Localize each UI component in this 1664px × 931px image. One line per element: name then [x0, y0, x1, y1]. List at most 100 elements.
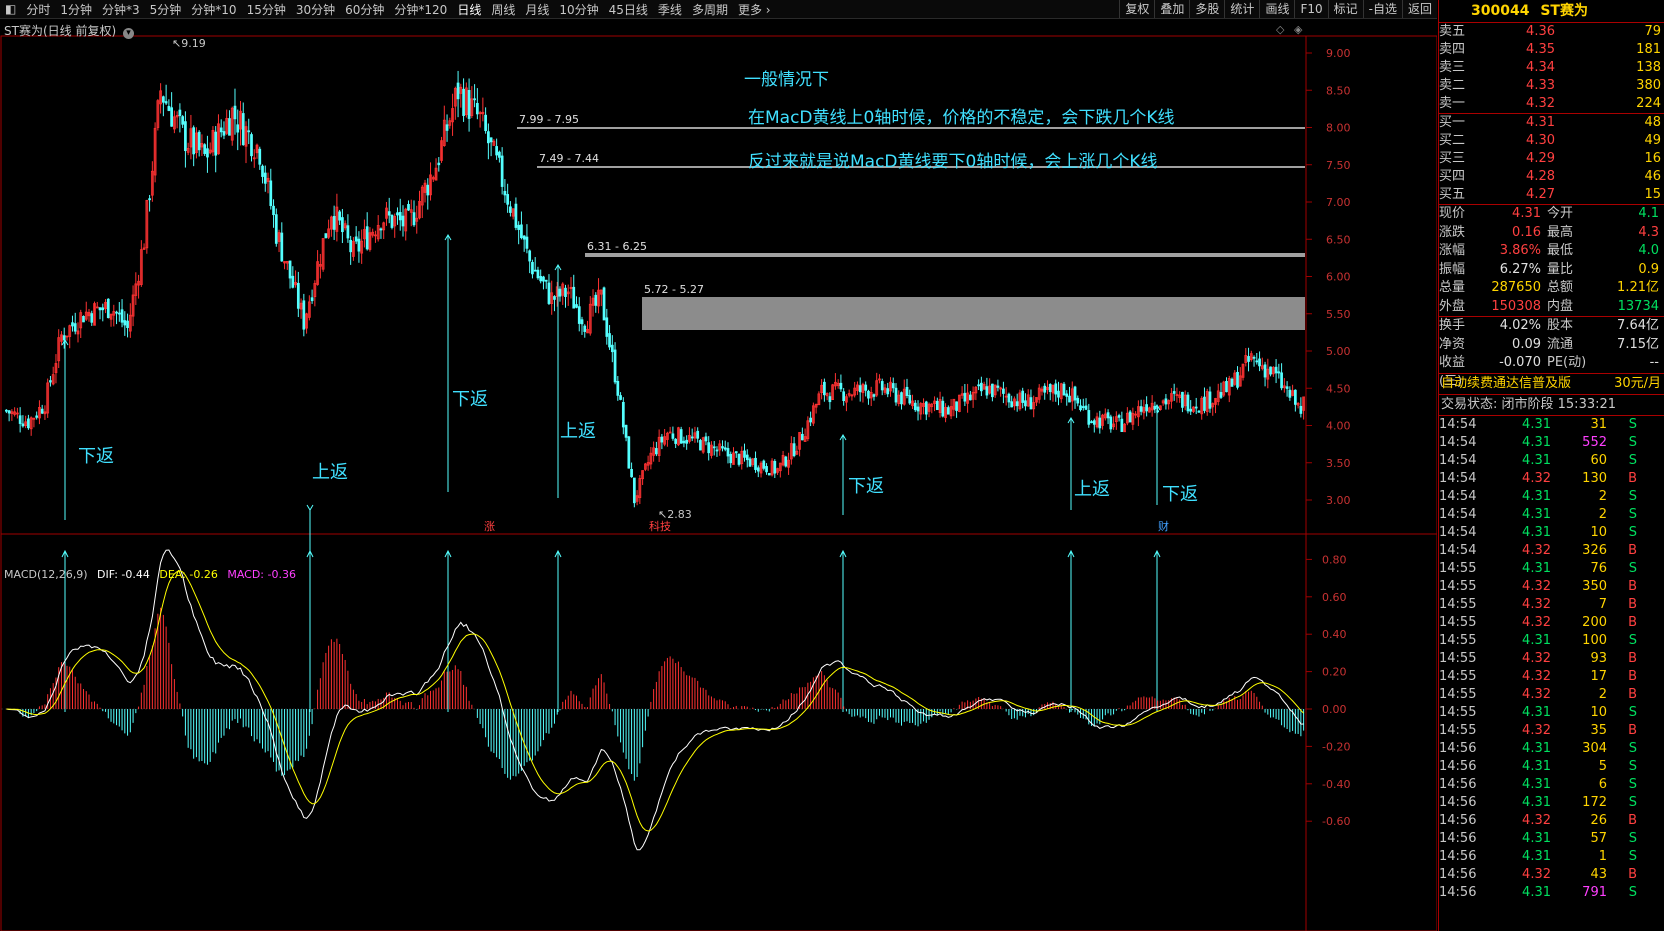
toolbar-button-5[interactable]: F10 — [1294, 0, 1327, 18]
tick-side: S — [1628, 794, 1637, 810]
candle-body — [679, 429, 683, 444]
tick-time: 14:54 — [1439, 434, 1477, 450]
tick-row: 14:55 4.32 350 B — [1439, 578, 1664, 596]
candle-body — [509, 206, 512, 213]
tick-time: 14:54 — [1439, 506, 1477, 522]
period-tab-0[interactable]: 分时 — [21, 1, 55, 18]
bid-price: 4.28 — [1526, 169, 1555, 184]
kline-chart[interactable]: 9.00 8.50 8.00 7.50 7.00 6.50 6.00 5.50 5.00 4.50… — [0, 19, 1437, 931]
period-tab-4[interactable]: 分钟*10 — [186, 1, 241, 18]
ask-row[interactable]: 卖一 4.32 224 — [1439, 95, 1664, 113]
candle-body — [699, 440, 702, 451]
quote-panel: 300044 ST赛为 卖五 4.36 79 卖四 4.35 181 卖三 4.34 138 卖二… — [1438, 0, 1664, 931]
candle-body — [682, 440, 686, 444]
period-tab-16[interactable]: 更多 › — [733, 1, 776, 18]
candle-body — [341, 217, 344, 233]
period-tab-5[interactable]: 15分钟 — [242, 1, 291, 18]
period-tab-3[interactable]: 5分钟 — [145, 1, 187, 18]
period-tab-13[interactable]: 45日线 — [604, 1, 653, 18]
candle-body — [792, 443, 796, 457]
tick-row: 14:56 4.32 43 B — [1439, 866, 1664, 884]
bid-row[interactable]: 买二 4.30 49 — [1439, 132, 1664, 150]
bid-row[interactable]: 买一 4.31 48 — [1439, 114, 1664, 132]
candle-body — [754, 457, 757, 470]
candle-body — [35, 415, 39, 418]
toolbar-button-3[interactable]: 统计 — [1224, 0, 1259, 18]
ask-row[interactable]: 卖五 4.36 79 — [1439, 23, 1664, 41]
stat-value-2: 4.0 — [1638, 243, 1659, 258]
tick-list[interactable]: 14:54 4.31 31 S 14:54 4.31 552 S 14:54 4.31 60 S 14:… — [1439, 416, 1664, 902]
bid-row[interactable]: 买四 4.28 46 — [1439, 168, 1664, 186]
candle-body — [1015, 401, 1019, 407]
toolbar-button-4[interactable]: 画线 — [1259, 0, 1294, 18]
stat-value-2: 0.9 — [1638, 261, 1659, 277]
ad-price: 30元/月 — [1614, 375, 1661, 391]
tick-row: 14:56 4.31 5 S — [1439, 758, 1664, 776]
tick-volume: 26 — [1590, 812, 1607, 828]
candle-body — [704, 436, 708, 442]
bid-row[interactable]: 买五 4.27 15 — [1439, 186, 1664, 204]
ask-row[interactable]: 卖二 4.33 380 — [1439, 77, 1664, 95]
toolbar-button-6[interactable]: 标记 — [1327, 0, 1363, 18]
toolbar-button-7[interactable]: -自选 — [1362, 0, 1402, 18]
period-tab-1[interactable]: 1分钟 — [55, 1, 97, 18]
bid-volume: 49 — [1644, 133, 1661, 148]
toolbar-button-2[interactable]: 多股 — [1189, 0, 1224, 18]
macd-tick-label: 0.20 — [1322, 666, 1347, 679]
period-tab-10[interactable]: 周线 — [486, 1, 520, 18]
candle-body — [726, 448, 730, 457]
candle-body — [627, 436, 631, 469]
tick-volume: 6 — [1598, 776, 1607, 792]
period-tab-9[interactable]: 日线 — [452, 1, 486, 18]
candle-body — [1109, 416, 1113, 430]
stat-row: 收益(三) -0.070 PE(动) -- — [1439, 354, 1664, 389]
candle-body — [498, 151, 501, 158]
period-tab-7[interactable]: 60分钟 — [340, 1, 389, 18]
ask-row[interactable]: 卖四 4.35 181 — [1439, 41, 1664, 59]
ask-price: 4.34 — [1526, 60, 1555, 75]
price-tick-label: 7.00 — [1326, 196, 1351, 209]
toolbar-button-8[interactable]: 返回 — [1401, 0, 1437, 18]
subscription-ad[interactable]: 自动续费通达信普及版 30元/月 — [1439, 372, 1664, 395]
period-tab-15[interactable]: 多周期 — [687, 1, 733, 18]
bid-row[interactable]: 买三 4.29 16 — [1439, 150, 1664, 168]
candle-body — [867, 390, 870, 399]
candle-body — [280, 232, 284, 262]
chevron-down-icon[interactable]: ▾ — [122, 28, 134, 39]
price-panel-frame — [0, 35, 1437, 535]
toolbar-button-1[interactable]: 叠加 — [1154, 0, 1189, 18]
signal-label: 上返 — [1074, 479, 1110, 500]
candle-body — [349, 239, 353, 253]
stat-value: 4.02% — [1499, 318, 1541, 333]
tick-volume: 100 — [1582, 632, 1607, 648]
candle-body — [1164, 398, 1168, 405]
period-tab-11[interactable]: 月线 — [520, 1, 554, 18]
tick-side: B — [1628, 596, 1637, 612]
candle-body — [823, 381, 826, 396]
tick-volume: 93 — [1590, 650, 1607, 666]
period-tab-2[interactable]: 分钟*3 — [97, 1, 145, 18]
period-tab-8[interactable]: 分钟*120 — [389, 1, 452, 18]
period-tab-12[interactable]: 10分钟 — [554, 1, 603, 18]
bid-label: 买五 — [1439, 187, 1466, 202]
event-marker: 科技 — [649, 519, 671, 533]
panel-toggle-icon[interactable]: ◧ — [0, 2, 21, 16]
period-tab-6[interactable]: 30分钟 — [291, 1, 340, 18]
ask-row[interactable]: 卖三 4.34 138 — [1439, 59, 1664, 77]
candle-body — [1197, 410, 1201, 413]
toolbar-button-0[interactable]: 复权 — [1119, 0, 1154, 18]
candle-body — [1255, 360, 1259, 363]
ask-price: 4.36 — [1526, 24, 1555, 39]
stat-value-2: 4.1 — [1638, 206, 1659, 221]
tick-time: 14:55 — [1439, 596, 1477, 612]
candle-body — [437, 162, 441, 166]
tick-price: 4.32 — [1522, 542, 1551, 558]
tick-time: 14:55 — [1439, 686, 1477, 702]
tick-time: 14:54 — [1439, 542, 1477, 558]
bid-price: 4.30 — [1526, 133, 1555, 148]
tick-side: S — [1628, 776, 1637, 792]
tick-side: B — [1628, 722, 1637, 738]
candle-body — [21, 423, 25, 427]
period-tab-14[interactable]: 季线 — [653, 1, 687, 18]
candle-body — [517, 224, 521, 230]
